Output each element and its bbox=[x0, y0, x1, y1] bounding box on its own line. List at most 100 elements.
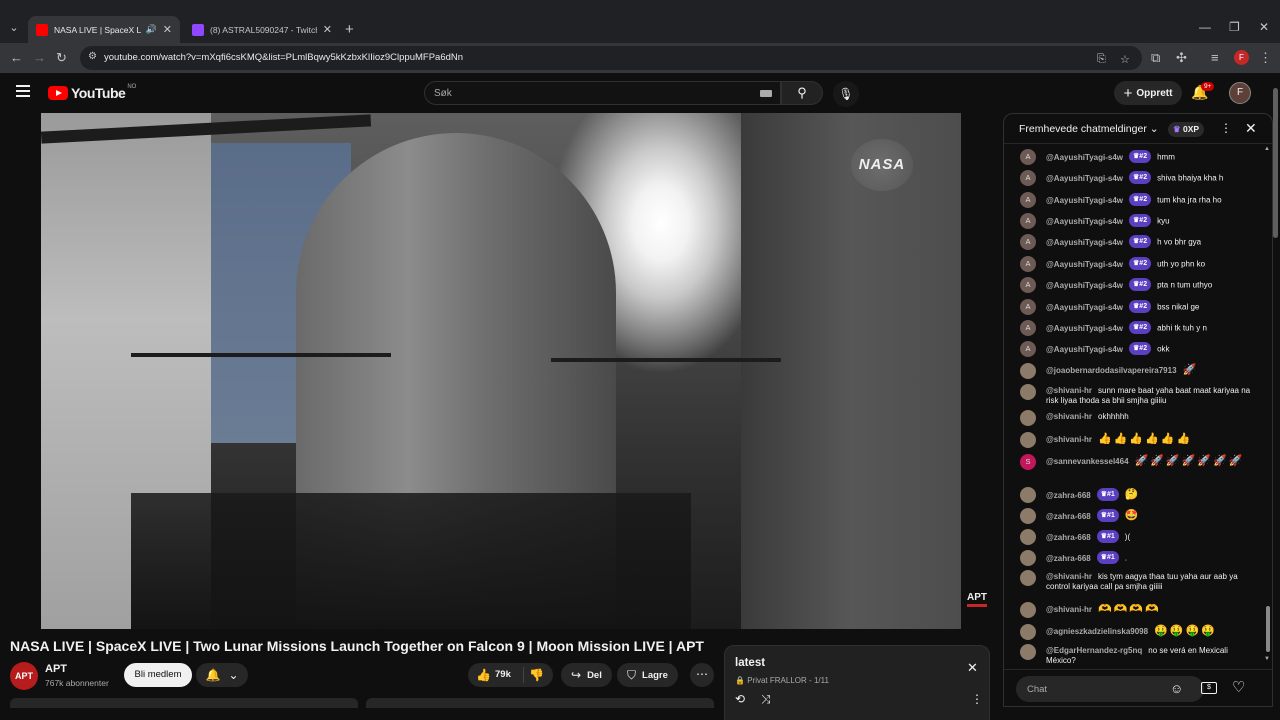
browser-profile-avatar[interactable]: F bbox=[1234, 50, 1249, 65]
xp-badge[interactable]: ♛ 0XP bbox=[1168, 122, 1205, 137]
dislike-icon[interactable]: 👎 bbox=[529, 668, 544, 682]
playlist-owner[interactable]: FRALLOR bbox=[770, 676, 807, 685]
chat-author-avatar[interactable]: S bbox=[1020, 454, 1036, 470]
chat-author-name[interactable]: @AayushiTyagi-s4w bbox=[1046, 260, 1123, 269]
chat-author-avatar[interactable] bbox=[1020, 410, 1036, 426]
forward-icon[interactable]: → bbox=[33, 50, 46, 66]
keyboard-icon[interactable] bbox=[760, 90, 772, 97]
chat-author-name[interactable]: @AayushiTyagi-s4w bbox=[1046, 324, 1123, 333]
new-tab-button[interactable]: + bbox=[345, 21, 354, 38]
chat-author-avatar[interactable]: A bbox=[1020, 213, 1036, 229]
chat-author-name[interactable]: @AayushiTyagi-s4w bbox=[1046, 281, 1123, 290]
minimize-icon[interactable]: — bbox=[1199, 20, 1211, 34]
chat-author-name[interactable]: @sannevankessel464 bbox=[1046, 457, 1129, 466]
chat-author-avatar[interactable] bbox=[1020, 384, 1036, 400]
chat-author-avatar[interactable] bbox=[1020, 570, 1036, 586]
chat-author-name[interactable]: @agnieszkadzielinska9098 bbox=[1046, 627, 1148, 636]
back-icon[interactable]: ← bbox=[10, 50, 23, 66]
chat-author-name[interactable]: @EdgarHernandez-rg5nq bbox=[1046, 646, 1142, 655]
like-count[interactable]: 79k bbox=[495, 669, 511, 680]
playlist-more-icon[interactable]: ⋮ bbox=[971, 692, 983, 706]
browser-tab-youtube[interactable]: NASA LIVE | SpaceX LIVE | Tw 🔊 ✕ bbox=[28, 16, 180, 43]
shuffle-icon[interactable]: ⤨ bbox=[761, 692, 771, 707]
chat-author-avatar[interactable]: A bbox=[1020, 192, 1036, 208]
chat-author-avatar[interactable] bbox=[1020, 487, 1036, 503]
bookmark-star-icon[interactable]: ☆ bbox=[1120, 53, 1130, 66]
chat-author-avatar[interactable] bbox=[1020, 602, 1036, 618]
chat-author-name[interactable]: @AayushiTyagi-s4w bbox=[1046, 238, 1123, 247]
chat-author-avatar[interactable] bbox=[1020, 529, 1036, 545]
youtube-logo[interactable]: YouTube NO bbox=[48, 84, 136, 101]
chat-author-avatar[interactable]: A bbox=[1020, 149, 1036, 165]
chat-author-name[interactable]: @shivani-hr bbox=[1046, 386, 1092, 395]
chat-author-avatar[interactable]: A bbox=[1020, 299, 1036, 315]
close-window-icon[interactable]: ✕ bbox=[1259, 20, 1269, 34]
search-button[interactable]: ⚲ bbox=[781, 81, 823, 105]
chat-author-name[interactable]: @shivani-hr bbox=[1046, 435, 1092, 444]
chat-author-name[interactable]: @zahra-668 bbox=[1046, 491, 1091, 500]
description-box[interactable] bbox=[366, 698, 714, 708]
menu-icon[interactable] bbox=[16, 85, 30, 97]
chat-author-avatar[interactable]: A bbox=[1020, 234, 1036, 250]
chat-author-avatar[interactable] bbox=[1020, 644, 1036, 660]
speaker-icon[interactable]: 🔊 bbox=[146, 24, 157, 35]
browser-tab-twitch[interactable]: (8) ASTRAL5090247 - Twitch ✕ bbox=[184, 16, 340, 43]
channel-name[interactable]: APT bbox=[45, 663, 67, 675]
join-member-button[interactable]: Bli medlem bbox=[124, 663, 192, 687]
like-icon[interactable]: 👍 bbox=[476, 668, 491, 682]
page-scrollbar-thumb[interactable] bbox=[1273, 88, 1278, 238]
playlist-title[interactable]: latest bbox=[735, 657, 765, 669]
chat-options-icon[interactable]: ⋮ bbox=[1220, 121, 1232, 135]
install-app-icon[interactable]: ⎘ bbox=[1097, 53, 1106, 66]
site-info-icon[interactable]: ⚙ bbox=[88, 51, 97, 62]
super-chat-icon[interactable]: $ bbox=[1201, 682, 1217, 694]
description-box[interactable] bbox=[10, 698, 358, 708]
subscription-bell-button[interactable]: 🔔 ⌄ bbox=[196, 663, 248, 687]
chat-author-avatar[interactable] bbox=[1020, 624, 1036, 640]
chat-author-avatar[interactable] bbox=[1020, 550, 1036, 566]
chat-scrollbar-thumb[interactable] bbox=[1266, 606, 1270, 652]
chat-author-avatar[interactable]: A bbox=[1020, 320, 1036, 336]
chat-author-avatar[interactable] bbox=[1020, 432, 1036, 448]
emoji-icon[interactable]: ☺ bbox=[1170, 681, 1183, 696]
close-tab-icon[interactable]: ✕ bbox=[323, 23, 332, 36]
more-actions-button[interactable]: ⋯ bbox=[690, 663, 714, 687]
extensions-puzzle-icon[interactable]: ✣ bbox=[1176, 50, 1187, 66]
reload-icon[interactable]: ↻ bbox=[56, 50, 67, 66]
channel-avatar[interactable]: APT bbox=[10, 662, 38, 690]
user-avatar[interactable]: F bbox=[1229, 82, 1251, 104]
video-player[interactable]: NASA bbox=[41, 113, 961, 629]
chat-mode-selector[interactable]: Fremhevede chatmeldinger ⌄ bbox=[1019, 123, 1159, 135]
chat-author-name[interactable]: @shivani-hr bbox=[1046, 572, 1092, 581]
chat-author-name[interactable]: @zahra-668 bbox=[1046, 533, 1091, 542]
heart-icon[interactable]: ♡ bbox=[1232, 678, 1245, 696]
scroll-up-icon[interactable]: ▲ bbox=[1264, 146, 1270, 152]
chat-author-name[interactable]: @AayushiTyagi-s4w bbox=[1046, 196, 1123, 205]
address-bar[interactable]: ⚙ youtube.com/watch?v=mXqfi6csKMQ&list=P… bbox=[80, 46, 1142, 70]
save-button[interactable]: ⛉ Lagre bbox=[617, 663, 678, 687]
tab-search-icon[interactable]: ⌄ bbox=[6, 20, 22, 36]
chat-author-name[interactable]: @AayushiTyagi-s4w bbox=[1046, 303, 1123, 312]
chat-author-name[interactable]: @AayushiTyagi-s4w bbox=[1046, 345, 1123, 354]
close-tab-icon[interactable]: ✕ bbox=[163, 23, 172, 36]
close-playlist-icon[interactable]: ✕ bbox=[967, 660, 978, 676]
share-button[interactable]: ↪ Del bbox=[561, 663, 612, 687]
url-text[interactable]: youtube.com/watch?v=mXqfi6csKMQ&list=PLm… bbox=[104, 52, 463, 63]
create-button[interactable]: + Opprett bbox=[1114, 81, 1182, 105]
chat-author-name[interactable]: @AayushiTyagi-s4w bbox=[1046, 153, 1123, 162]
chat-author-avatar[interactable]: A bbox=[1020, 277, 1036, 293]
maximize-icon[interactable]: ❐ bbox=[1229, 20, 1240, 34]
chat-author-name[interactable]: @zahra-668 bbox=[1046, 512, 1091, 521]
scroll-down-icon[interactable]: ▼ bbox=[1264, 656, 1270, 662]
chat-author-avatar[interactable] bbox=[1020, 363, 1036, 379]
search-input[interactable] bbox=[434, 85, 754, 101]
chat-author-name[interactable]: @AayushiTyagi-s4w bbox=[1046, 217, 1123, 226]
chat-author-name[interactable]: @shivani-hr bbox=[1046, 605, 1092, 614]
close-chat-icon[interactable]: ✕ bbox=[1245, 120, 1257, 137]
extension-icon[interactable]: ⧉ bbox=[1151, 50, 1160, 66]
chat-author-avatar[interactable]: A bbox=[1020, 256, 1036, 272]
chat-author-avatar[interactable]: A bbox=[1020, 341, 1036, 357]
chat-author-avatar[interactable]: A bbox=[1020, 170, 1036, 186]
chat-author-name[interactable]: @shivani-hr bbox=[1046, 412, 1092, 421]
voice-search-button[interactable]: 🎙 bbox=[833, 81, 859, 107]
